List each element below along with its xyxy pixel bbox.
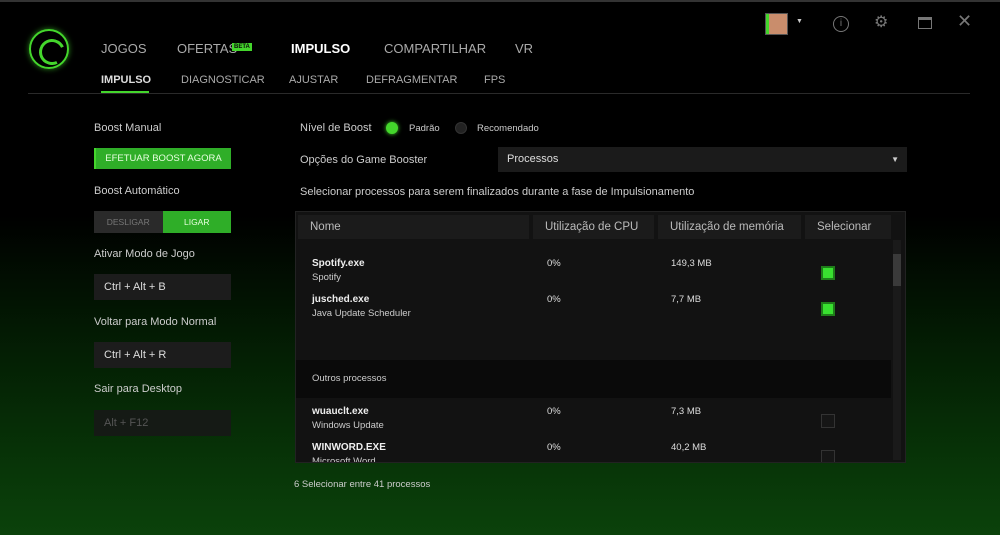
process-table: Nome Utilização de CPU Utilização de mem…: [295, 211, 906, 463]
process-description: Java Update Scheduler: [312, 308, 411, 319]
col-name[interactable]: Nome: [298, 215, 529, 239]
select-checkbox[interactable]: [821, 450, 835, 462]
boost-manual-label: Boost Manual: [94, 122, 162, 134]
select-checkbox[interactable]: [821, 414, 835, 428]
cpu-usage: 0%: [547, 442, 561, 453]
table-row[interactable]: jusched.exe Java Update Scheduler 0% 7,7 MB: [296, 288, 891, 324]
avatar-dropdown-icon[interactable]: ▼: [796, 18, 803, 25]
col-memory[interactable]: Utilização de memória: [658, 215, 801, 239]
boost-level-label: Nível de Boost: [300, 122, 372, 134]
col-select[interactable]: Selecionar: [805, 215, 891, 239]
gear-icon[interactable]: ⚙: [874, 12, 888, 32]
nav-compartilhar[interactable]: COMPARTILHAR: [384, 41, 486, 56]
options-select[interactable]: Processos ▼: [498, 147, 907, 172]
nav-impulso[interactable]: IMPULSO: [291, 41, 350, 56]
subnav-ajustar[interactable]: AJUSTAR: [289, 74, 338, 86]
process-name: WINWORD.EXE: [312, 442, 386, 453]
desktop-label: Sair para Desktop: [94, 383, 183, 395]
info-icon[interactable]: i: [833, 16, 849, 32]
process-description: Windows Update: [312, 420, 384, 431]
table-row[interactable]: Spotify.exe Spotify 0% 149,3 MB: [296, 252, 891, 288]
table-row[interactable]: WINWORD.EXE Microsoft Word 0% 40,2 MB: [296, 436, 891, 462]
desktop-hotkey-input[interactable]: Alt + F12: [94, 410, 231, 436]
maximize-icon[interactable]: [918, 17, 932, 29]
process-name: jusched.exe: [312, 294, 370, 305]
chevron-down-icon: ▼: [891, 155, 899, 164]
table-body: Outros processos Spotify.exe Spotify 0% 149…: [296, 250, 891, 462]
top-border: [0, 0, 1000, 2]
normal-mode-label: Voltar para Modo Normal: [94, 316, 217, 328]
options-label: Opções do Game Booster: [300, 154, 428, 166]
process-description: Microsoft Word: [312, 456, 376, 462]
normal-mode-hotkey-input[interactable]: Ctrl + Alt + R: [94, 342, 231, 368]
nav-jogos[interactable]: JOGOS: [101, 41, 147, 56]
process-name: Spotify.exe: [312, 258, 365, 269]
table-row[interactable]: wuauclt.exe Windows Update 0% 7,3 MB: [296, 400, 891, 436]
subnav-impulso[interactable]: IMPULSO: [101, 74, 151, 86]
select-checkbox[interactable]: [821, 266, 835, 280]
user-avatar[interactable]: [765, 13, 788, 35]
section-other-processes: Outros processos: [296, 360, 891, 398]
nav-vr[interactable]: VR: [515, 41, 533, 56]
footer-count: 6 Selecionar entre 41 processos: [294, 479, 431, 490]
razer-logo-icon[interactable]: [29, 29, 69, 69]
memory-usage: 149,3 MB: [671, 258, 712, 269]
toggle-on[interactable]: LIGAR: [162, 211, 231, 233]
memory-usage: 7,3 MB: [671, 406, 702, 417]
process-description: Spotify: [312, 272, 342, 283]
toggle-off[interactable]: DESLIGAR: [94, 211, 163, 233]
memory-usage: 7,7 MB: [671, 294, 702, 305]
cpu-usage: 0%: [547, 258, 561, 269]
cpu-usage: 0%: [547, 294, 561, 305]
options-value: Processos: [507, 153, 559, 165]
memory-usage: 40,2 MB: [671, 442, 707, 453]
instructions-text: Selecionar processos para serem finaliza…: [300, 186, 695, 198]
select-checkbox[interactable]: [821, 302, 835, 316]
radio-default[interactable]: [386, 122, 398, 134]
process-name: wuauclt.exe: [312, 406, 369, 417]
radio-recommended-label: Recomendado: [477, 123, 539, 134]
radio-recommended[interactable]: [455, 122, 467, 134]
close-icon[interactable]: ✕: [957, 11, 972, 32]
scrollbar[interactable]: [893, 240, 901, 460]
radio-default-label: Padrão: [409, 123, 440, 134]
subnav-defragmentar[interactable]: DEFRAGMENTAR: [366, 74, 457, 86]
cpu-usage: 0%: [547, 406, 561, 417]
boost-auto-toggle[interactable]: DESLIGAR LIGAR: [94, 211, 231, 233]
boost-now-button[interactable]: EFETUAR BOOST AGORA: [94, 148, 231, 169]
nav-ofertas[interactable]: OFERTAS: [177, 41, 237, 56]
subnav-fps[interactable]: FPS: [484, 74, 505, 86]
col-cpu[interactable]: Utilização de CPU: [533, 215, 654, 239]
boost-auto-label: Boost Automático: [94, 185, 180, 197]
scrollbar-thumb[interactable]: [893, 254, 901, 286]
beta-badge: BETA: [232, 43, 252, 51]
subnav-diagnosticar[interactable]: DIAGNOSTICAR: [181, 74, 265, 86]
game-mode-label: Ativar Modo de Jogo: [94, 248, 195, 260]
divider: [28, 93, 970, 94]
game-mode-hotkey-input[interactable]: Ctrl + Alt + B: [94, 274, 231, 300]
